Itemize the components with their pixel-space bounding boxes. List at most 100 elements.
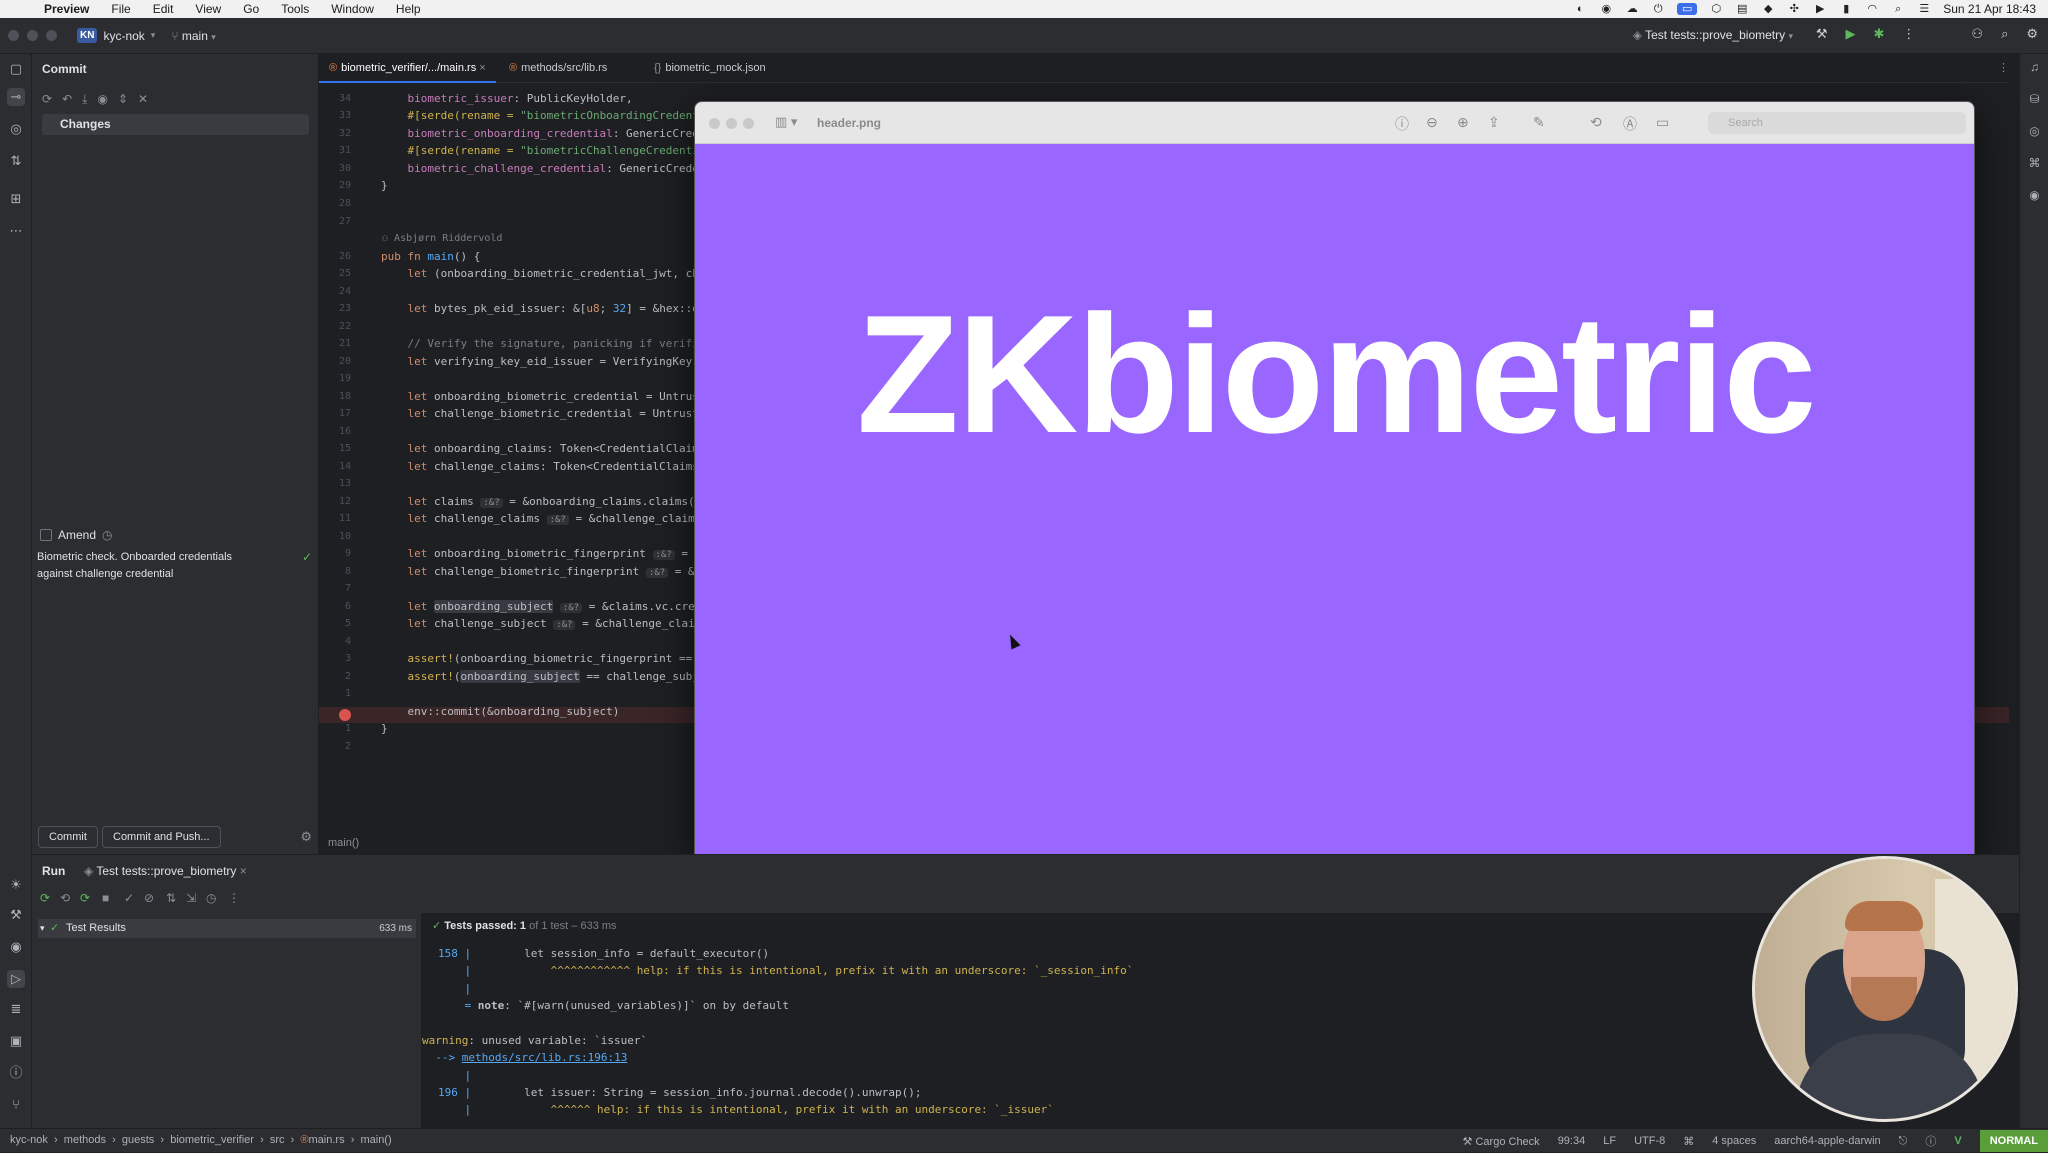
run-config-selector[interactable]: ◈ Test tests::prove_biometry ▾ bbox=[1633, 28, 1793, 42]
breakpoint-icon[interactable] bbox=[339, 709, 351, 721]
menu-file[interactable]: File bbox=[111, 2, 130, 16]
preview-zoom-button[interactable] bbox=[743, 118, 754, 129]
cloud-icon[interactable]: ☁ bbox=[1625, 3, 1639, 15]
terminal-icon[interactable]: ▣ bbox=[7, 1032, 25, 1050]
sidebar-toggle-icon[interactable]: ▥ ▾ bbox=[775, 114, 797, 130]
crumb-guests[interactable]: guests bbox=[122, 1134, 154, 1146]
stop-icon[interactable]: ■ bbox=[102, 891, 109, 905]
cube-icon[interactable]: ⬡ bbox=[1709, 3, 1723, 15]
lock-icon[interactable]: ⎋ bbox=[1899, 1135, 1908, 1148]
share-icon[interactable]: ⇪ bbox=[1488, 114, 1500, 131]
assistant-icon[interactable]: ◉ bbox=[2026, 188, 2043, 205]
hammer-icon[interactable]: ⚒ bbox=[1816, 26, 1828, 42]
menu-view[interactable]: View bbox=[195, 2, 221, 16]
markup-icon[interactable]: Ⓐ bbox=[1623, 114, 1637, 134]
control-center-icon[interactable]: ☰ bbox=[1917, 3, 1931, 15]
menu-tools[interactable]: Tools bbox=[281, 2, 309, 16]
clock-icon[interactable]: ◷ bbox=[102, 528, 112, 542]
menu-app-preview[interactable]: Preview bbox=[44, 2, 89, 16]
build-hammer-icon[interactable]: ⚒ bbox=[7, 906, 25, 924]
git-icon[interactable]: ⑂ bbox=[7, 1096, 25, 1114]
power-icon[interactable]: ⏻ bbox=[1651, 3, 1665, 15]
vim-icon[interactable]: V bbox=[1954, 1135, 1961, 1147]
window-close-button[interactable] bbox=[8, 30, 19, 41]
crumb-project[interactable]: kyc-nok bbox=[10, 1134, 48, 1146]
ai-chat-icon[interactable]: ◎ bbox=[2026, 124, 2043, 141]
import-icon[interactable]: ⇲ bbox=[186, 891, 196, 905]
rotate-icon[interactable]: ⟲ bbox=[1590, 114, 1602, 131]
test-results-node[interactable]: ▾ ✓ Test Results 633 ms bbox=[38, 919, 416, 938]
menu-edit[interactable]: Edit bbox=[153, 2, 174, 16]
changes-node[interactable]: Changes bbox=[42, 114, 309, 135]
line-ending[interactable]: LF bbox=[1603, 1135, 1616, 1147]
run-icon[interactable]: ▶ bbox=[1846, 26, 1856, 42]
project-selector[interactable]: KN kyc-nok ▾ bbox=[77, 28, 155, 43]
more-icon[interactable]: ⋮ bbox=[228, 891, 240, 905]
refresh-icon[interactable]: ⟳ bbox=[42, 92, 52, 107]
ai-assistant-icon[interactable]: ◎ bbox=[7, 120, 25, 138]
crumb-src[interactable]: src bbox=[270, 1134, 285, 1146]
collapse-icon[interactable]: ✕ bbox=[138, 92, 148, 107]
screen-share-icon[interactable]: ▭ bbox=[1677, 3, 1698, 15]
cargo-check-status[interactable]: ⚒ Cargo Check bbox=[1463, 1135, 1540, 1148]
amend-checkbox[interactable] bbox=[40, 529, 52, 541]
zoom-in-icon[interactable]: ⊕ bbox=[1457, 114, 1469, 131]
document-icon[interactable]: ▤ bbox=[1735, 3, 1749, 15]
more-icon[interactable]: ⋮ bbox=[1902, 26, 1915, 42]
zoom-out-icon[interactable]: ⊖ bbox=[1426, 114, 1438, 131]
debug-icon[interactable]: ✱ bbox=[1874, 26, 1885, 42]
menu-help[interactable]: Help bbox=[396, 2, 421, 16]
window-zoom-button[interactable] bbox=[46, 30, 57, 41]
wifi-icon[interactable]: ◠ bbox=[1865, 3, 1879, 15]
settings-gear-icon[interactable]: ⚙ bbox=[2026, 26, 2038, 42]
add-user-icon[interactable]: ⚇ bbox=[1971, 26, 1983, 42]
copilot-status-icon[interactable]: ⌘ bbox=[1683, 1135, 1694, 1148]
battery-icon[interactable]: ▮ bbox=[1839, 3, 1853, 15]
indent-setting[interactable]: 4 spaces bbox=[1712, 1135, 1756, 1147]
rerun-icon[interactable]: ⟳ bbox=[40, 891, 50, 905]
close-icon[interactable]: × bbox=[479, 62, 485, 74]
target-triple[interactable]: aarch64-apple-darwin bbox=[1774, 1135, 1880, 1147]
preview-minimize-button[interactable] bbox=[726, 118, 737, 129]
preview-search-input[interactable]: Search bbox=[1708, 112, 1966, 134]
rerun-failed-icon[interactable]: ⟲ bbox=[60, 891, 70, 905]
project-folder-icon[interactable]: ▢ bbox=[7, 60, 25, 78]
source-link[interactable]: methods/src/lib.rs:196:13 bbox=[462, 1051, 628, 1064]
play-circle-icon[interactable]: ▶ bbox=[1813, 3, 1827, 15]
copilot-icon[interactable]: ⌘ bbox=[2026, 156, 2043, 173]
expand-icon[interactable]: ⇕ bbox=[118, 92, 128, 107]
search-icon[interactable]: ⌕ bbox=[1891, 3, 1905, 15]
search-icon[interactable]: ⌕ bbox=[2001, 26, 2008, 42]
commit-button[interactable]: Commit bbox=[38, 826, 98, 848]
notifications-bell-icon[interactable]: ♫ bbox=[2026, 60, 2043, 77]
crumb-biometric-verifier[interactable]: biometric_verifier bbox=[170, 1134, 254, 1146]
menu-go[interactable]: Go bbox=[243, 2, 259, 16]
file-encoding[interactable]: UTF-8 bbox=[1634, 1135, 1665, 1147]
gear-icon[interactable]: ⚙ bbox=[300, 829, 312, 845]
debug-icon[interactable]: ☀ bbox=[7, 876, 25, 894]
close-icon[interactable]: × bbox=[240, 864, 247, 878]
database-icon[interactable]: ⛁ bbox=[2026, 92, 2043, 109]
more-tools-icon[interactable]: ⋯ bbox=[7, 222, 25, 240]
status-item-icon[interactable]: ◐ bbox=[1573, 3, 1587, 15]
tab-lib-rs[interactable]: ® methods/src/lib.rs bbox=[499, 54, 617, 83]
tab-biometric-mock-json[interactable]: {} biometric_mock.json bbox=[644, 54, 776, 83]
history-icon[interactable]: ◷ bbox=[206, 891, 216, 905]
crumb-main-fn[interactable]: main() bbox=[360, 1134, 391, 1146]
run-tool-icon[interactable]: ▷ bbox=[7, 970, 25, 988]
fan-icon[interactable]: ✣ bbox=[1787, 3, 1801, 15]
info-icon[interactable]: ⓘ bbox=[1395, 114, 1409, 134]
commit-icon[interactable]: ⊸ bbox=[7, 88, 25, 106]
rollback-icon[interactable]: ↶ bbox=[62, 92, 72, 107]
menubar-clock[interactable]: Sun 21 Apr 18:43 bbox=[1943, 2, 2036, 16]
inspections-icon[interactable]: ⓘ bbox=[1925, 1133, 1936, 1149]
show-passed-icon[interactable]: ✓ bbox=[124, 891, 134, 905]
branch-selector[interactable]: ⑂ main ▾ bbox=[171, 29, 215, 43]
services-icon[interactable]: ◉ bbox=[7, 938, 25, 956]
show-ignored-icon[interactable]: ⊘ bbox=[144, 891, 154, 905]
menu-window[interactable]: Window bbox=[331, 2, 374, 16]
eye-icon[interactable]: ◉ bbox=[97, 92, 107, 107]
preview-close-button[interactable] bbox=[709, 118, 720, 129]
markup-pen-icon[interactable]: ✎ bbox=[1533, 114, 1545, 131]
rocket-icon[interactable]: ◆ bbox=[1761, 3, 1775, 15]
